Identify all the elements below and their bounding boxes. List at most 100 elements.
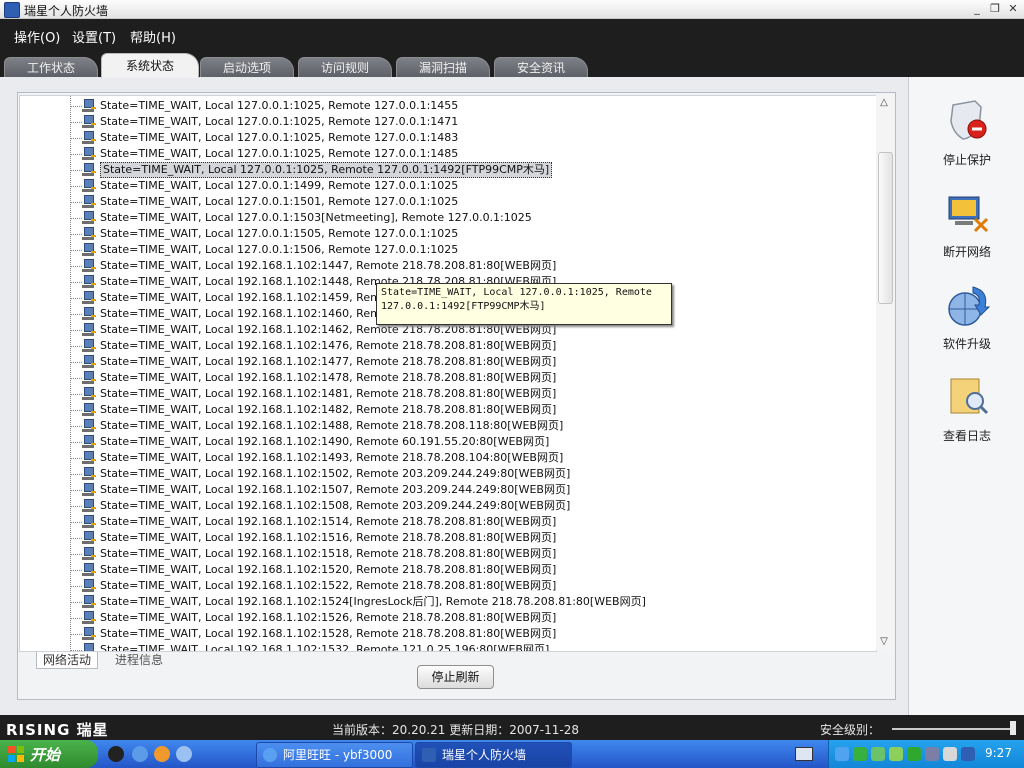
tray-network-icon[interactable] bbox=[835, 747, 849, 761]
network-connection-icon bbox=[82, 275, 96, 289]
scroll-thumb[interactable] bbox=[878, 152, 893, 304]
tree-branch-line bbox=[70, 506, 82, 507]
network-connection-icon bbox=[82, 483, 96, 497]
ie-icon[interactable] bbox=[132, 746, 148, 762]
tray-arrow-icon[interactable] bbox=[853, 747, 867, 761]
subtab-process-info[interactable]: 进程信息 bbox=[108, 652, 170, 668]
menu-settings[interactable]: 设置(T) bbox=[72, 27, 116, 46]
network-connection-icon bbox=[82, 339, 96, 353]
connection-text: State=TIME_WAIT, Local 192.168.1.102:149… bbox=[100, 451, 564, 464]
tray-flag-icon[interactable] bbox=[871, 747, 885, 761]
globe-update-icon bbox=[948, 286, 991, 326]
connection-tree[interactable]: State=TIME_WAIT, Local 127.0.0.1:1025, R… bbox=[19, 95, 877, 652]
tree-branch-line bbox=[70, 154, 82, 155]
tree-branch-line bbox=[70, 538, 82, 539]
tree-branch-line bbox=[70, 314, 82, 315]
tree-branch-line bbox=[70, 490, 82, 491]
tree-branch-line bbox=[70, 634, 82, 635]
tree-branch-line bbox=[70, 458, 82, 459]
tray-plus-icon[interactable] bbox=[907, 747, 921, 761]
tray-cd-icon[interactable] bbox=[943, 747, 957, 761]
close-icon[interactable]: ✕ bbox=[1006, 2, 1020, 15]
tree-branch-line bbox=[70, 586, 82, 587]
connection-text: State=TIME_WAIT, Local 192.168.1.102:149… bbox=[100, 435, 550, 448]
task-rising-firewall[interactable]: 瑞星个人防火墙 bbox=[415, 742, 572, 768]
network-connection-icon bbox=[82, 419, 96, 433]
connection-text: State=TIME_WAIT, Local 192.168.1.102:147… bbox=[100, 339, 557, 352]
view-log-label: 查看日志 bbox=[942, 429, 991, 443]
menu-operate[interactable]: 操作(O) bbox=[14, 27, 60, 46]
security-level-slider[interactable] bbox=[892, 728, 1012, 730]
network-connection-icon bbox=[82, 467, 96, 481]
task-aliwangwang[interactable]: 阿里旺旺 - ybf3000 bbox=[256, 742, 413, 768]
network-connection-icon bbox=[82, 323, 96, 337]
tray-rising-icon[interactable] bbox=[961, 747, 975, 761]
stop-protection-label: 停止保护 bbox=[942, 153, 991, 167]
start-button[interactable]: 开始 bbox=[0, 740, 98, 768]
connection-text: State=TIME_WAIT, Local 192.168.1.102:148… bbox=[100, 403, 557, 416]
tab-access-rules[interactable]: 访问规则 bbox=[298, 57, 392, 78]
tab-work-status[interactable]: 工作状态 bbox=[4, 57, 98, 78]
tray-computer-icon[interactable] bbox=[925, 747, 939, 761]
network-connection-icon bbox=[82, 195, 96, 209]
connection-text: State=TIME_WAIT, Local 192.168.1.102:151… bbox=[100, 515, 557, 528]
connection-text: State=TIME_WAIT, Local 127.0.0.1:1025, R… bbox=[100, 147, 459, 160]
shield-stop-icon bbox=[950, 100, 987, 140]
connection-text: State=TIME_WAIT, Local 192.168.1.102:150… bbox=[100, 499, 571, 512]
tree-scrollbar[interactable]: △ ▽ bbox=[876, 95, 893, 650]
title-bar: 瑞星个人防火墙 _ ❐ ✕ bbox=[0, 0, 1024, 19]
tray-grid-icon[interactable] bbox=[889, 747, 903, 761]
aliwangwang-icon bbox=[263, 748, 277, 762]
scroll-up-icon[interactable]: △ bbox=[878, 97, 890, 109]
qq-icon[interactable] bbox=[108, 746, 124, 762]
side-action-panel: 停止保护 断开网络 软件升级 查看日志 bbox=[908, 77, 1024, 715]
keyboard-icon[interactable] bbox=[795, 747, 813, 761]
network-connection-icon bbox=[82, 611, 96, 625]
software-upgrade-button[interactable]: 软件升级 bbox=[919, 283, 1015, 363]
connection-text: State=TIME_WAIT, Local 192.168.1.102:152… bbox=[100, 579, 557, 592]
disconnect-network-button[interactable]: 断开网络 bbox=[919, 191, 1015, 271]
network-connection-icon bbox=[82, 307, 96, 321]
tab-startup-options[interactable]: 启动选项 bbox=[200, 57, 294, 78]
tree-branch-line bbox=[70, 218, 82, 219]
minimize-icon[interactable]: _ bbox=[970, 2, 984, 15]
tree-branch-line bbox=[70, 650, 82, 651]
connection-text: State=TIME_WAIT, Local 192.168.1.102:148… bbox=[100, 387, 557, 400]
connection-text: State=TIME_WAIT, Local 192.168.1.102:153… bbox=[100, 643, 550, 652]
maximize-icon[interactable]: ❐ bbox=[988, 2, 1002, 15]
network-connection-icon bbox=[82, 259, 96, 273]
tree-branch-line bbox=[70, 282, 82, 283]
disconnect-network-label: 断开网络 bbox=[942, 245, 991, 259]
tab-bar: 工作状态 系统状态 启动选项 访问规则 漏洞扫描 安全资讯 bbox=[0, 51, 1024, 78]
tab-vuln-scan[interactable]: 漏洞扫描 bbox=[396, 57, 490, 78]
menu-bar: 操作(O) 设置(T) 帮助(H) bbox=[0, 19, 1024, 51]
tab-security-news[interactable]: 安全资讯 bbox=[494, 57, 588, 78]
scroll-down-icon[interactable]: ▽ bbox=[878, 636, 890, 648]
connection-text: State=TIME_WAIT, Local 127.0.0.1:1025, R… bbox=[100, 162, 553, 178]
media-icon[interactable] bbox=[154, 746, 170, 762]
connection-text: State=TIME_WAIT, Local 192.168.1.102:152… bbox=[100, 627, 557, 640]
connection-text: State=TIME_WAIT, Local 192.168.1.102:150… bbox=[100, 467, 571, 480]
menu-help[interactable]: 帮助(H) bbox=[130, 27, 176, 46]
subtab-network-activity[interactable]: 网络活动 bbox=[36, 652, 98, 669]
network-connection-icon bbox=[82, 595, 96, 609]
tab-system-status[interactable]: 系统状态 bbox=[101, 53, 199, 78]
show-desktop-icon[interactable] bbox=[176, 746, 192, 762]
tree-branch-line bbox=[70, 202, 82, 203]
connection-text: State=TIME_WAIT, Local 192.168.1.102:152… bbox=[100, 595, 646, 608]
stop-refresh-button[interactable]: 停止刷新 bbox=[417, 665, 494, 689]
network-connection-icon bbox=[82, 115, 96, 129]
security-level-thumb[interactable] bbox=[1010, 721, 1016, 735]
network-connection-icon bbox=[82, 531, 96, 545]
tree-branch-line bbox=[70, 330, 82, 331]
tree-branch-line bbox=[70, 570, 82, 571]
view-log-button[interactable]: 查看日志 bbox=[919, 375, 1015, 455]
tree-branch-line bbox=[70, 426, 82, 427]
connection-text: State=TIME_WAIT, Local 192.168.1.102:147… bbox=[100, 355, 557, 368]
taskbar: 开始 阿里旺旺 - ybf3000 瑞星个人防火墙 9:27 bbox=[0, 740, 1024, 768]
network-connection-icon bbox=[82, 147, 96, 161]
network-connection-icon bbox=[82, 643, 96, 651]
stop-protection-button[interactable]: 停止保护 bbox=[919, 99, 1015, 179]
tree-branch-line bbox=[70, 618, 82, 619]
tree-branch-line bbox=[70, 250, 82, 251]
